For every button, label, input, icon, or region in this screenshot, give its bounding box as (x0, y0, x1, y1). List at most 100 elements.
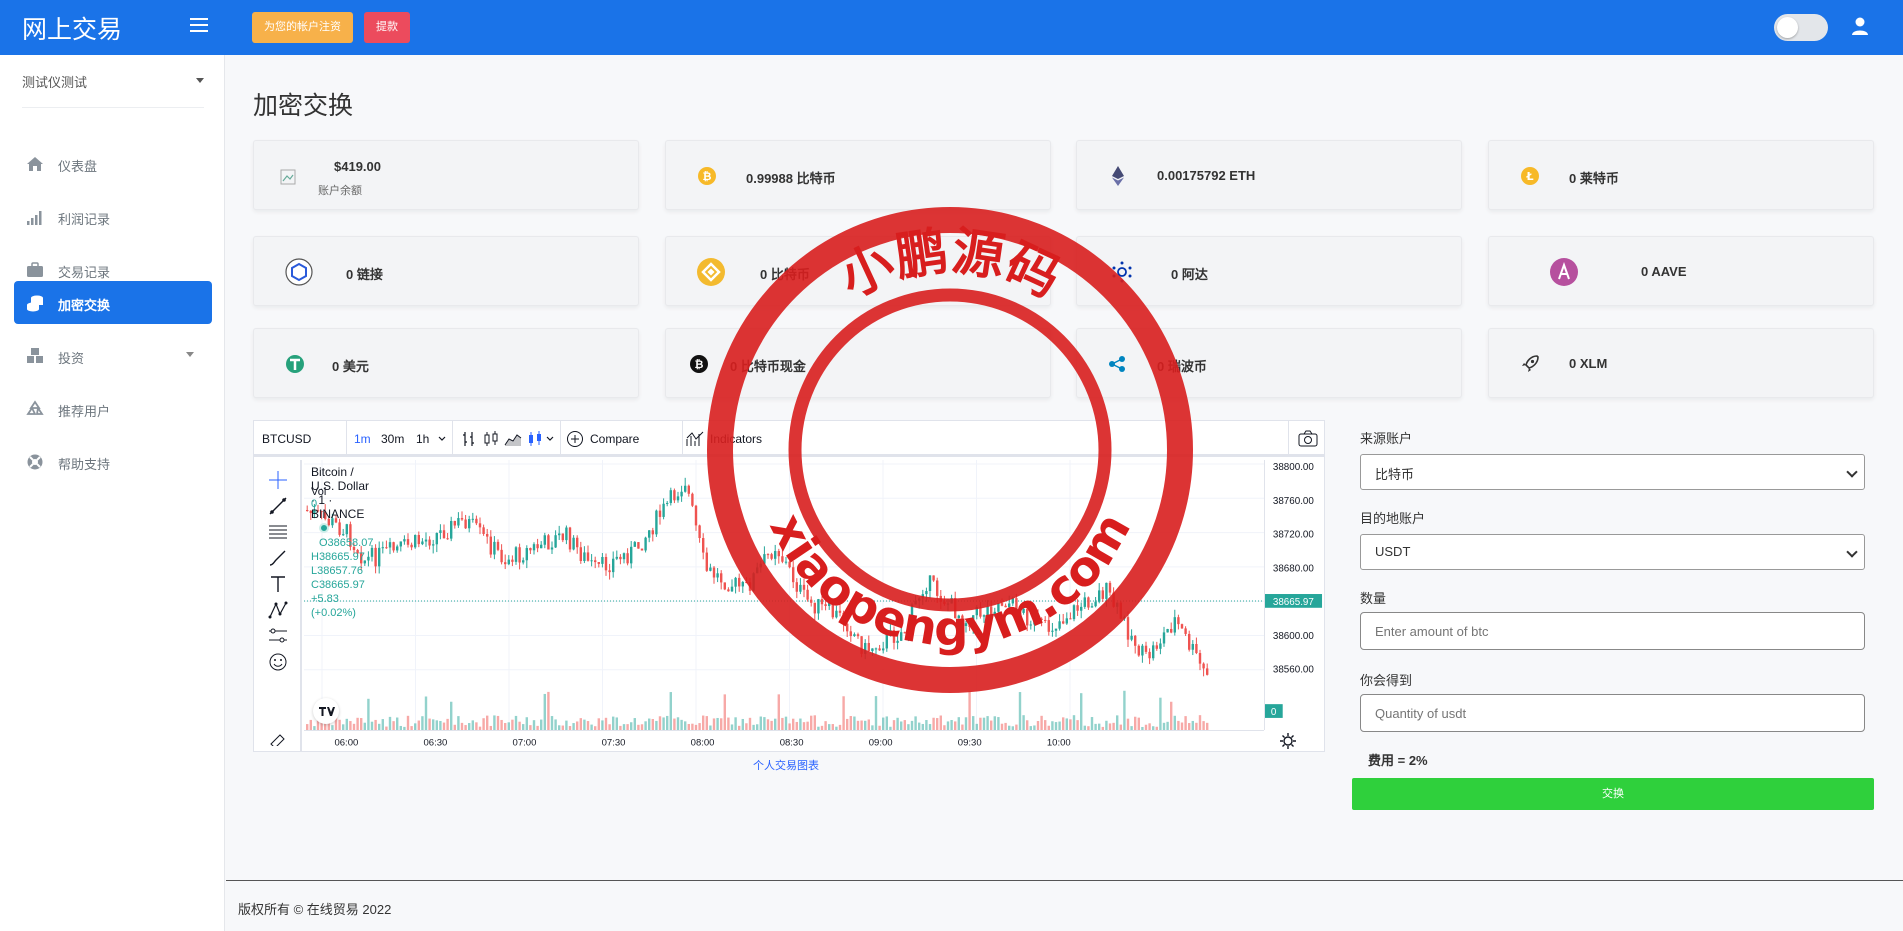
bars-style-icon[interactable] (460, 430, 478, 448)
asset-card: ₿ 0.99988 比特币 (665, 140, 1051, 210)
user-dropdown[interactable]: 测试仪测试 (22, 72, 204, 108)
volume-bar (446, 718, 449, 730)
indicators-icon[interactable] (686, 430, 704, 448)
candles-style-icon[interactable] (482, 430, 500, 448)
candle-body (601, 556, 604, 564)
volume-bar (774, 718, 777, 730)
sidebar-item-referrals[interactable]: 推荐用户 (14, 387, 212, 430)
asset-card: 0 链接 (253, 236, 639, 306)
volume-bar (1177, 720, 1180, 730)
volume-bar (1036, 721, 1040, 730)
trendline-icon[interactable] (268, 496, 288, 516)
candle-body (849, 631, 852, 637)
time-scale[interactable]: 06:00 06:30 07:00 07:30 08:00 08:30 09:00 09:30… (304, 730, 1264, 751)
volume-bar (784, 716, 788, 730)
settings-gear-icon[interactable] (1278, 731, 1298, 751)
price-scale[interactable]: 38800.0038760.0038720.0038680.0038640.00… (1264, 460, 1324, 730)
chart-link[interactable]: 个人交易图表 (753, 757, 819, 773)
camera-icon[interactable] (1298, 430, 1318, 448)
candle-body (928, 575, 932, 592)
volume-bar (1123, 690, 1126, 730)
chevron-down-icon[interactable] (438, 435, 446, 443)
crosshair-icon[interactable] (268, 470, 288, 490)
volume-bar (1040, 715, 1043, 730)
volume-bar (759, 716, 762, 730)
candle-body (709, 567, 712, 571)
candle-body (514, 547, 518, 562)
exchange-button[interactable]: 交换 (1352, 778, 1874, 810)
dest-account-select[interactable]: USDT (1360, 534, 1865, 570)
sidebar-item-label: 推荐用户 (58, 404, 111, 419)
brush-icon[interactable] (268, 548, 288, 568)
sidebar-item-support[interactable]: 帮助支持 (14, 440, 212, 483)
prediction-icon[interactable] (268, 626, 288, 646)
area-style-icon[interactable] (504, 430, 522, 448)
asset-value: 0 比特币 (760, 267, 810, 282)
symbol-search[interactable]: BTCUSD (262, 432, 311, 446)
candle-body (820, 599, 824, 605)
caret-down-icon (196, 78, 204, 83)
tradingview-logo[interactable] (313, 698, 339, 724)
price-plot[interactable] (304, 460, 1264, 730)
candle-body (712, 567, 716, 578)
interval-1m[interactable]: 1m (354, 432, 371, 446)
volume-bar (493, 715, 496, 730)
sidebar-item-crypto-exchange[interactable]: 加密交换 (14, 281, 212, 324)
ruler-icon[interactable] (268, 732, 288, 746)
volume-bar (507, 722, 510, 730)
volume-bar (345, 718, 348, 730)
sidebar-item-label: 仪表盘 (58, 159, 98, 174)
compare-button[interactable]: Compare (590, 432, 639, 446)
volume-bar (1004, 722, 1007, 730)
volume-bar (421, 716, 424, 730)
pattern-icon[interactable] (268, 600, 288, 620)
volume-bar (892, 720, 896, 730)
withdraw-button[interactable]: 提款 (364, 12, 410, 43)
user-icon[interactable] (1850, 16, 1870, 36)
receive-input[interactable] (1360, 694, 1865, 732)
tradingview-chart[interactable]: BTCUSD 1m 30m 1h Compare Indicators 3880… (253, 420, 1325, 752)
interval-30m[interactable]: 30m (381, 432, 404, 446)
candle-body (536, 544, 539, 549)
candle-body (752, 573, 755, 591)
sidebar-item-invest[interactable]: 投资 (14, 334, 212, 377)
volume-bar (914, 716, 917, 730)
theme-toggle[interactable] (1774, 14, 1828, 41)
candle-body (874, 648, 878, 650)
interval-1h[interactable]: 1h (416, 432, 429, 446)
volume-bar (658, 716, 662, 730)
rocket-icon (1522, 355, 1539, 372)
fib-lines-icon[interactable] (268, 522, 288, 542)
text-tool-icon[interactable] (268, 574, 288, 594)
indicators-button[interactable]: Indicators (710, 432, 762, 446)
candle-body (403, 539, 406, 542)
brand-logo[interactable]: 网上交易 (22, 10, 122, 46)
candle-body (608, 570, 611, 573)
price-tick-label: 38680.00 (1273, 563, 1315, 574)
candle-body (727, 589, 730, 592)
candle-body (561, 533, 564, 541)
candle-body (1123, 617, 1126, 619)
candle-body (1206, 668, 1209, 675)
chevron-down-icon[interactable] (546, 435, 554, 443)
candle-body (972, 615, 975, 628)
source-value: 比特币 (1375, 467, 1415, 482)
candle-body (1152, 645, 1155, 659)
sidebar-item-dashboard[interactable]: 仪表盘 (14, 142, 212, 185)
emoji-icon[interactable] (268, 652, 288, 672)
sidebar-item-profit[interactable]: 利润记录 (14, 195, 212, 238)
volume-bar (1188, 723, 1191, 730)
compare-plus-icon[interactable] (566, 430, 584, 448)
source-account-select[interactable]: 比特币 (1360, 454, 1865, 490)
volume-bar (979, 717, 982, 730)
menu-toggle-icon[interactable] (190, 18, 208, 32)
heikin-ashi-icon[interactable] (526, 430, 544, 448)
bitcoin-cash-icon: ₿ (690, 355, 708, 373)
candle-body (910, 604, 914, 625)
volume-bar (1080, 693, 1083, 730)
deposit-button[interactable]: 为您的帐户注资 (252, 12, 353, 43)
volume-legend: Vol 0 (311, 486, 327, 510)
amount-input[interactable] (1360, 612, 1865, 650)
asset-value: 0 链接 (346, 267, 383, 282)
volume-bar (1062, 717, 1065, 730)
